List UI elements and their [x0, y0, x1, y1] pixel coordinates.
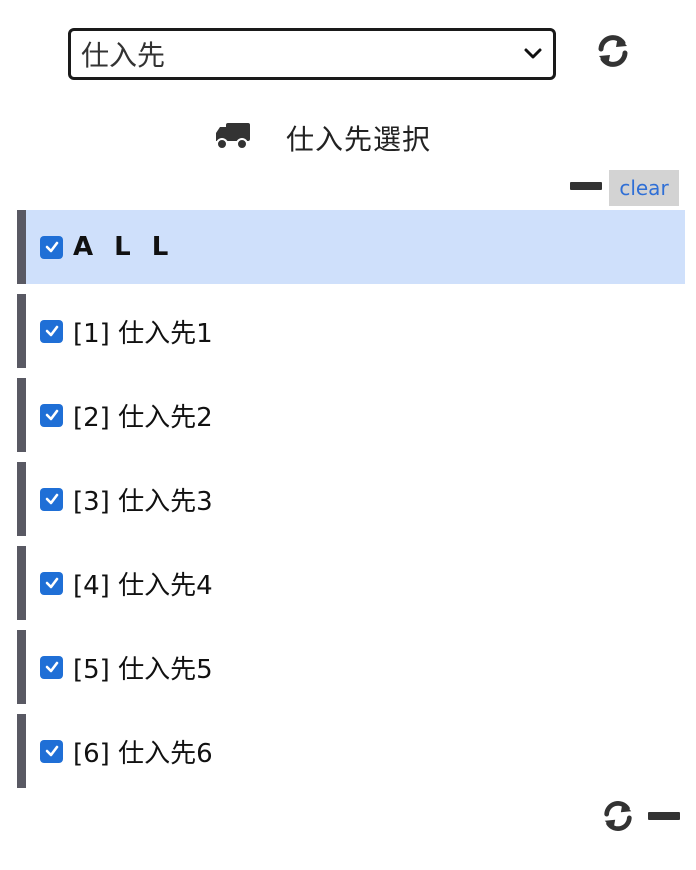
list-item[interactable]: [1] 仕入先1	[17, 294, 685, 368]
select-value: 仕入先	[81, 39, 166, 72]
panel-header: 仕入先選択	[214, 114, 431, 162]
list-item[interactable]: [4] 仕入先4	[17, 546, 685, 620]
list-item[interactable]: [3] 仕入先3	[17, 462, 685, 536]
checkbox-checked-icon[interactable]	[40, 571, 63, 595]
list-item-label: A L L	[73, 232, 175, 262]
truck-icon	[214, 121, 252, 155]
list-item-label: [1] 仕入先1	[73, 318, 213, 349]
refresh-icon[interactable]	[598, 796, 638, 836]
checkbox-checked-icon[interactable]	[40, 235, 63, 259]
list-item[interactable]: [2] 仕入先2	[17, 378, 685, 452]
checkbox-checked-icon[interactable]	[40, 487, 63, 511]
supplier-list: A L L [1] 仕入先1 [2] 仕入先2 [3] 仕入先3 [4] 仕入先	[17, 210, 685, 798]
checkbox-checked-icon[interactable]	[40, 319, 63, 343]
list-item-all[interactable]: A L L	[17, 210, 685, 284]
supplier-filter-panel: 仕入先 仕入先選択 clear A L L [1] 仕入先1 [2] 仕入先2 …	[0, 0, 696, 870]
chevron-down-icon	[513, 31, 553, 77]
list-item-label: [2] 仕入先2	[73, 402, 213, 433]
list-item[interactable]: [6] 仕入先6	[17, 714, 685, 788]
list-item-label: [3] 仕入先3	[73, 486, 213, 517]
list-item-label: [5] 仕入先5	[73, 654, 213, 685]
panel-title: 仕入先選択	[286, 123, 432, 156]
minus-icon[interactable]	[568, 170, 604, 202]
minus-icon[interactable]	[646, 800, 682, 832]
list-item-label: [4] 仕入先4	[73, 570, 213, 601]
list-item-label: [6] 仕入先6	[73, 738, 213, 769]
clear-button[interactable]: clear	[609, 170, 679, 206]
checkbox-checked-icon[interactable]	[40, 739, 63, 763]
refresh-icon[interactable]	[592, 30, 634, 72]
list-item[interactable]: [5] 仕入先5	[17, 630, 685, 704]
checkbox-checked-icon[interactable]	[40, 655, 63, 679]
supplier-select[interactable]: 仕入先	[68, 28, 556, 80]
checkbox-checked-icon[interactable]	[40, 403, 63, 427]
